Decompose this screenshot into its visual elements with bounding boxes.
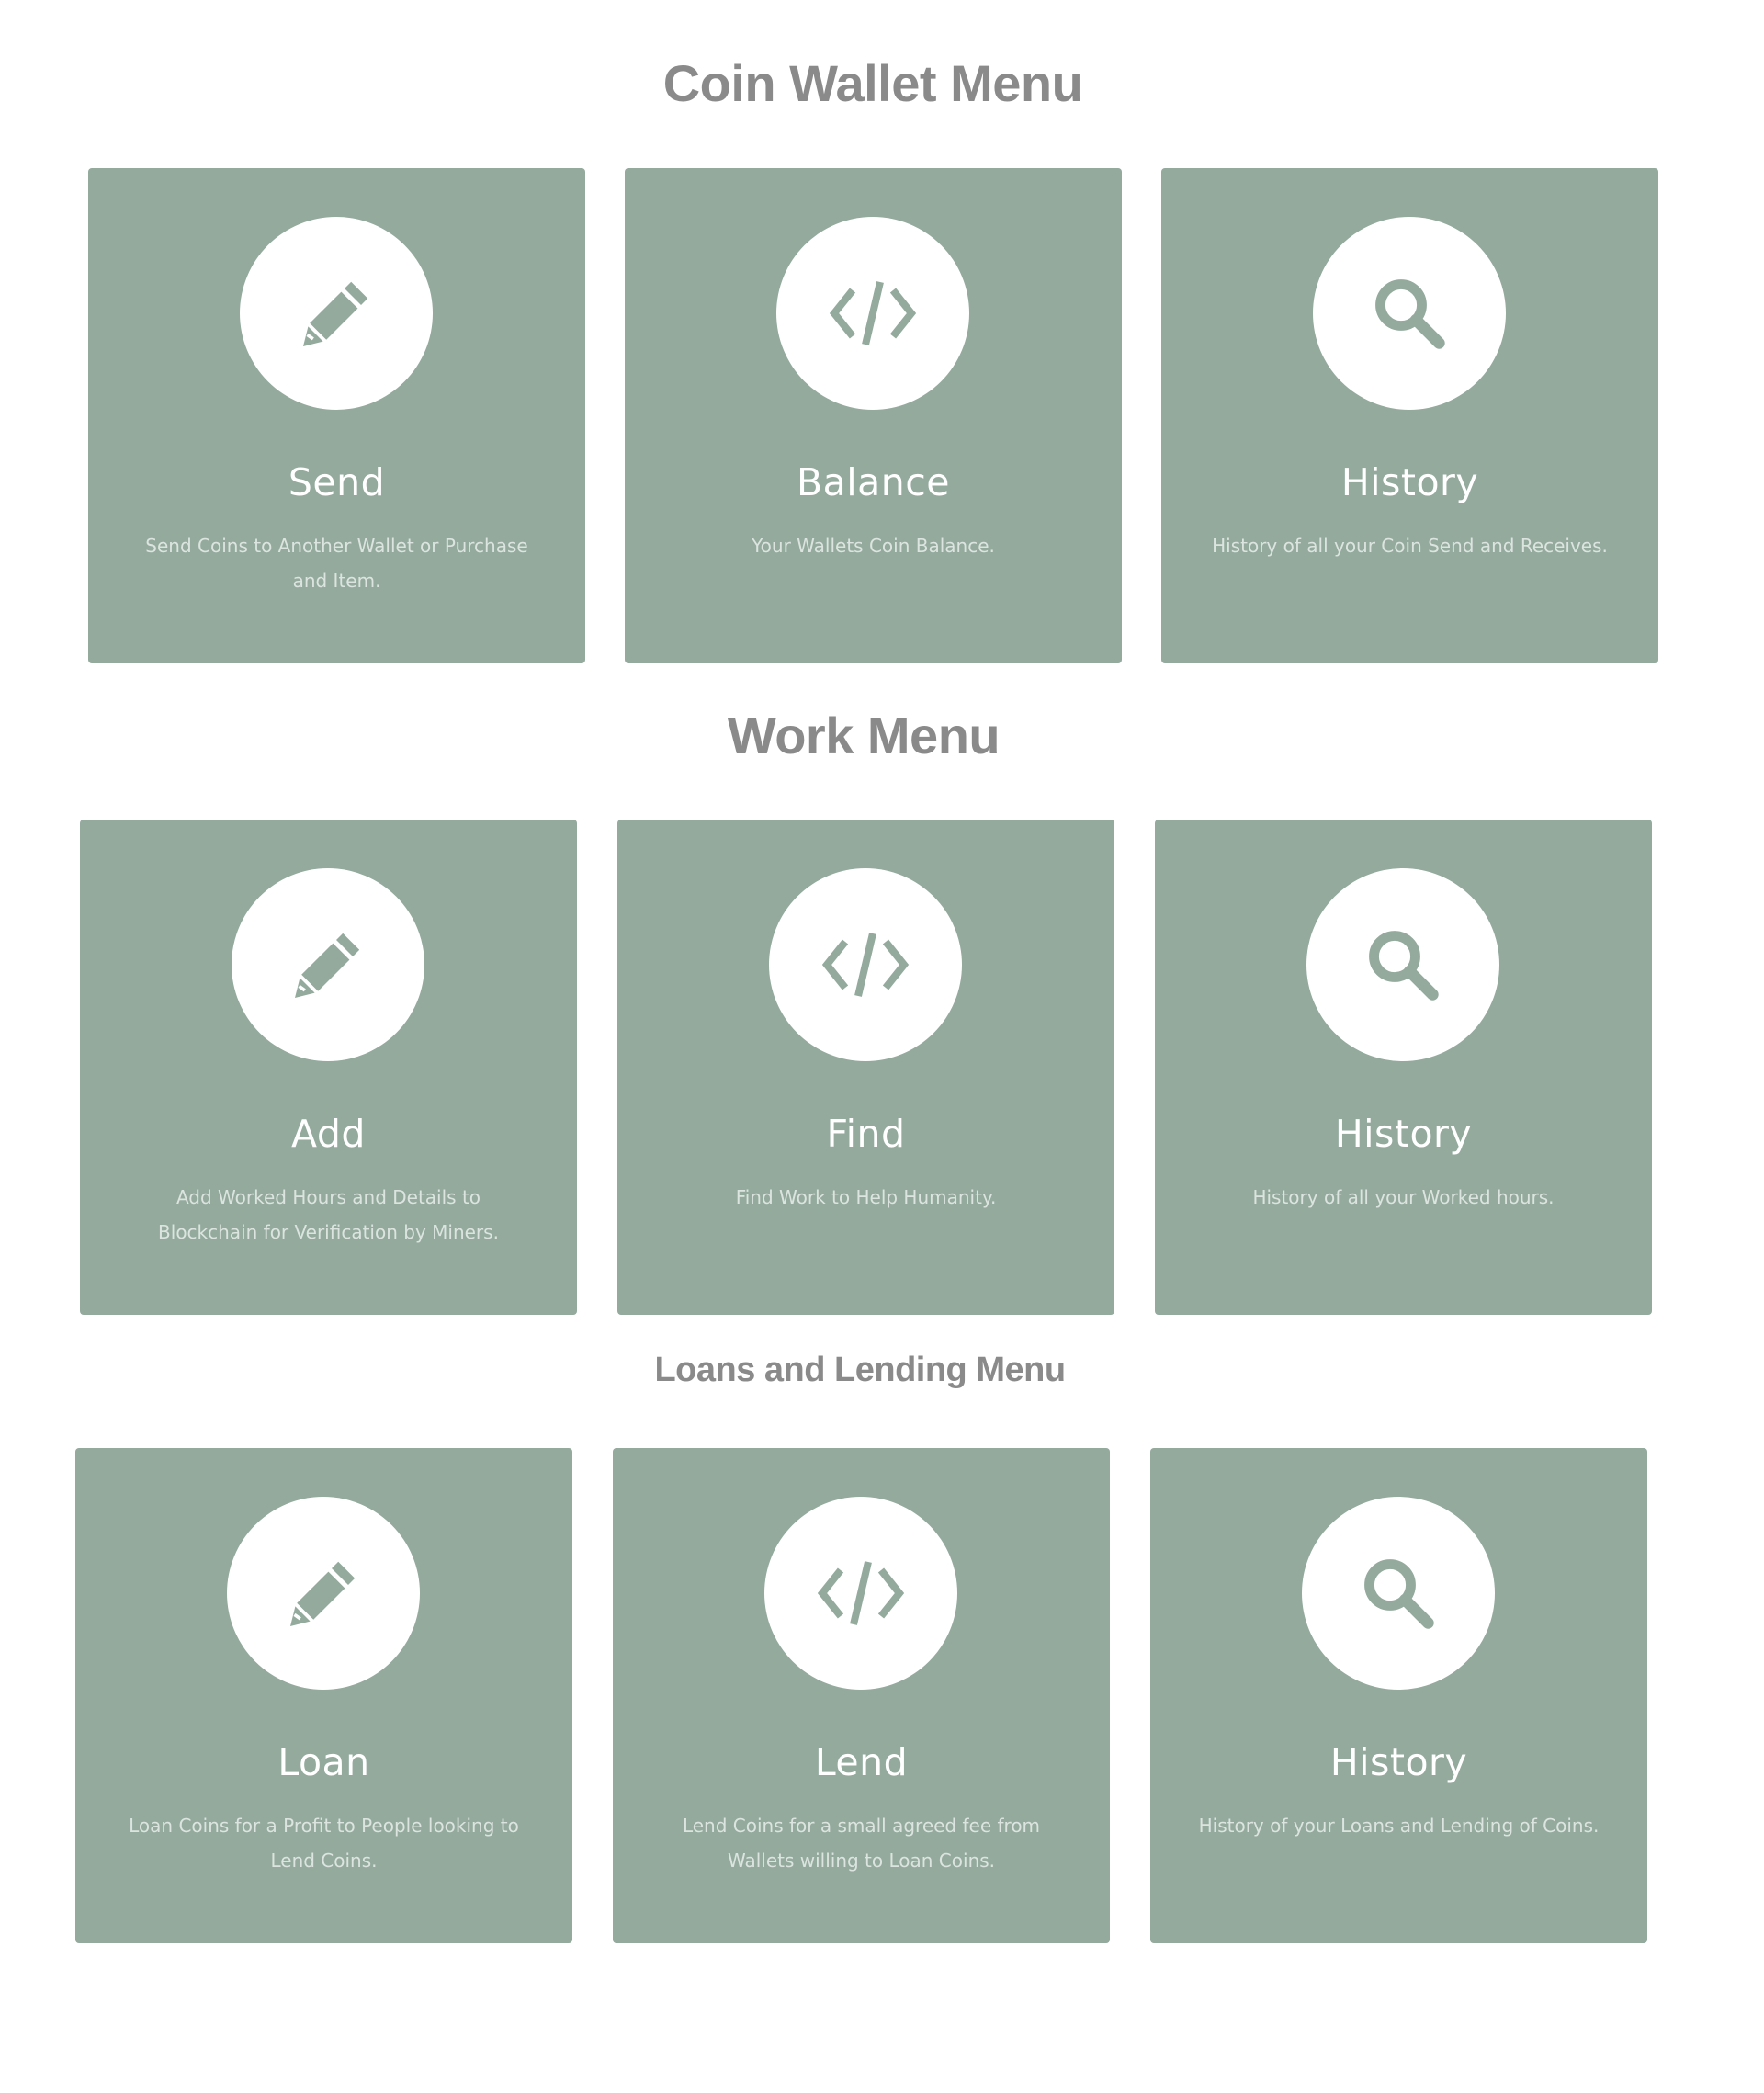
- card-description: Your Wallets Coin Balance.: [752, 535, 995, 557]
- code-icon: [821, 933, 910, 997]
- section-title-coin-wallet: Coin Wallet Menu: [662, 54, 1083, 112]
- pencil-icon: [290, 1561, 356, 1626]
- search-icon: [1364, 1559, 1434, 1629]
- card-description: History of all your Coin Send and Receiv…: [1212, 535, 1608, 557]
- card-title: History: [1340, 460, 1479, 504]
- search-icon: [1375, 279, 1445, 349]
- code-icon: [817, 1561, 905, 1625]
- card-work-history[interactable]: History History of all your Worked hours…: [1155, 820, 1652, 1315]
- card-description: Loan Coins for a Profit to People lookin…: [129, 1815, 519, 1872]
- icon-circle: [769, 868, 962, 1061]
- section-title-loans: Loans and Lending Menu: [654, 1351, 1066, 1389]
- card-title: History: [1334, 1112, 1473, 1156]
- card-add[interactable]: Add Add Worked Hours and Details to Bloc…: [80, 820, 577, 1315]
- card-title: Lend: [814, 1740, 909, 1784]
- icon-circle: [1302, 1497, 1495, 1690]
- search-icon: [1369, 931, 1439, 1001]
- card-description: History of your Loans and Lending of Coi…: [1198, 1815, 1600, 1837]
- card-description: Send Coins to Another Wallet or Purchase…: [145, 535, 528, 592]
- page: Coin Wallet Menu Send Send Coins to Anot…: [0, 0, 1764, 2093]
- pencil-icon: [295, 933, 360, 998]
- card-description: Lend Coins for a small agreed fee from W…: [682, 1815, 1041, 1872]
- icon-circle: [240, 217, 433, 410]
- card-balance[interactable]: Balance Your Wallets Coin Balance.: [625, 168, 1122, 663]
- card-lend[interactable]: Lend Lend Coins for a small agreed fee f…: [613, 1448, 1110, 1943]
- card-title: Find: [826, 1112, 906, 1156]
- pencil-icon: [303, 281, 368, 346]
- icon-circle: [764, 1497, 957, 1690]
- code-icon: [829, 281, 917, 345]
- card-loan[interactable]: Loan Loan Coins for a Profit to People l…: [75, 1448, 572, 1943]
- card-loans-history[interactable]: History History of your Loans and Lendin…: [1150, 1448, 1647, 1943]
- icon-circle: [232, 868, 424, 1061]
- card-title: Loan: [277, 1740, 370, 1784]
- icon-circle: [1306, 868, 1499, 1061]
- card-title: Add: [291, 1112, 366, 1156]
- card-description: History of all your Worked hours.: [1252, 1186, 1555, 1208]
- section-title-work: Work Menu: [727, 707, 1001, 764]
- card-title: History: [1329, 1740, 1468, 1784]
- icon-circle: [1313, 217, 1506, 410]
- icon-circle: [227, 1497, 420, 1690]
- card-history[interactable]: History History of all your Coin Send an…: [1161, 168, 1658, 663]
- card-find[interactable]: Find Find Work to Help Humanity.: [617, 820, 1114, 1315]
- card-title: Send: [288, 460, 386, 504]
- card-send[interactable]: Send Send Coins to Another Wallet or Pur…: [88, 168, 585, 663]
- card-title: Balance: [796, 460, 951, 504]
- card-description: Add Worked Hours and Details to Blockcha…: [158, 1186, 499, 1243]
- card-description: Find Work to Help Humanity.: [735, 1186, 997, 1208]
- icon-circle: [776, 217, 969, 410]
